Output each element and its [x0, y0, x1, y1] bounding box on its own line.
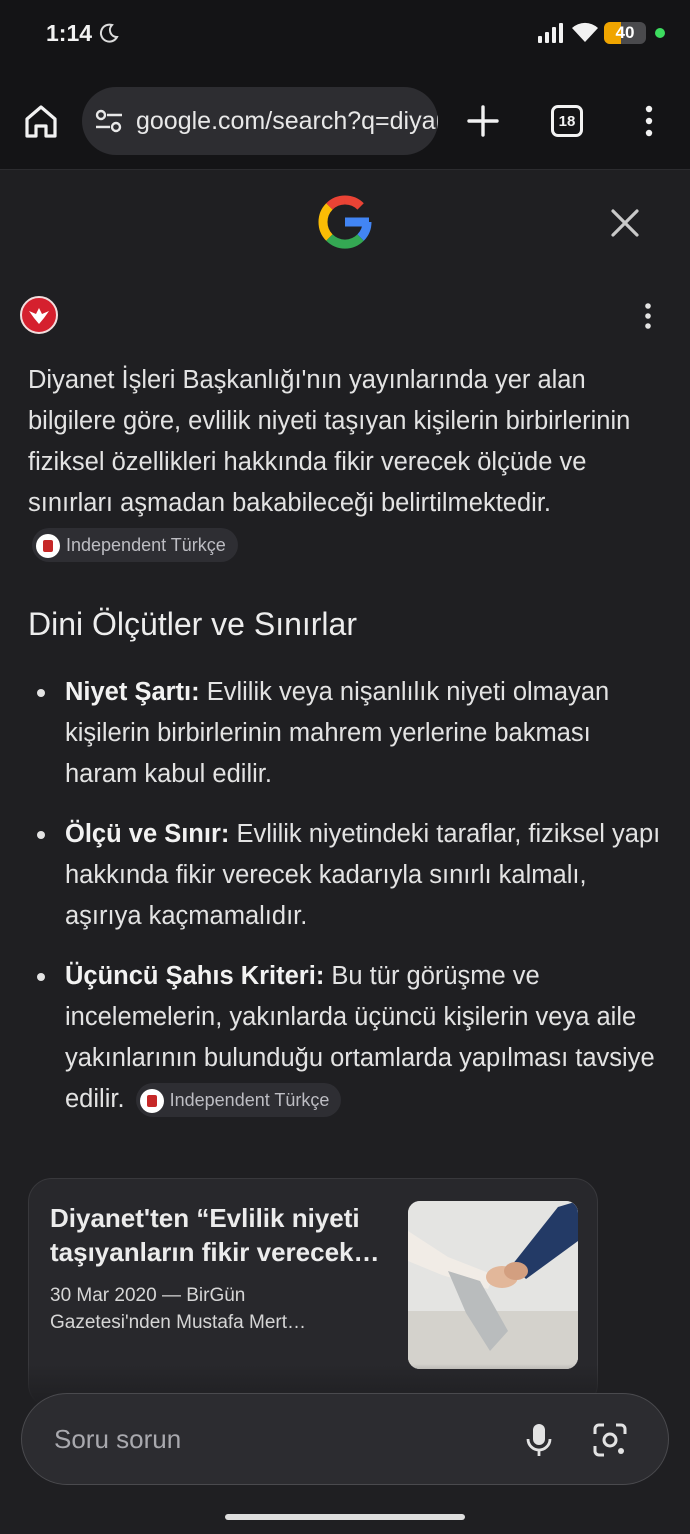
- wifi-icon: [572, 22, 598, 42]
- source-chip[interactable]: Independent Türkçe: [32, 528, 238, 563]
- bullet-title: Üçüncü Şahıs Kriteri:: [65, 962, 325, 990]
- list-item: Ölçü ve Sınır: Evlilik niyetindeki taraf…: [28, 814, 668, 937]
- section-heading: Dini Ölçütler ve Sınırlar: [28, 606, 357, 642]
- ai-overview-paragraph: Diyanet İşleri Başkanlığı'nın yayınların…: [28, 360, 668, 565]
- list-item: Niyet Şartı: Evlilik veya nişanlılık niy…: [28, 672, 668, 795]
- tabs-icon[interactable]: 18: [551, 105, 583, 137]
- home-icon[interactable]: [20, 100, 62, 142]
- independent-logo-icon: [36, 533, 60, 558]
- close-icon[interactable]: [606, 204, 644, 242]
- source-logo-icon[interactable]: [20, 296, 58, 334]
- independent-logo-icon: [139, 1088, 164, 1113]
- paragraph-text: Diyanet İşleri Başkanlığı'nın yayınların…: [28, 366, 631, 517]
- source-chip-label: Independent Türkçe: [169, 1090, 330, 1111]
- tune-icon[interactable]: [94, 109, 124, 133]
- result-card-meta: 30 Mar 2020 — BirGün Gazetesi'nden Musta…: [50, 1285, 307, 1333]
- url-text[interactable]: google.com/search?q=diyanet: [136, 107, 438, 136]
- ask-bar[interactable]: [21, 1393, 669, 1485]
- result-thumbnail[interactable]: [408, 1201, 578, 1369]
- list-item: Üçüncü Şahıs Kriteri: Bu tür görüşme ve …: [28, 956, 668, 1120]
- address-bar[interactable]: google.com/search?q=diyanet: [82, 87, 438, 155]
- hands-photo-icon: [408, 1201, 578, 1369]
- eagle-icon: [29, 308, 49, 324]
- result-card-title[interactable]: Diyanet'ten “Evlilik niyeti taşıyanların…: [50, 1201, 390, 1269]
- status-time: 1:14: [46, 20, 93, 46]
- more-options-icon[interactable]: [638, 302, 658, 330]
- bullet-title: Niyet Şartı:: [65, 678, 200, 706]
- battery-percent: 40: [615, 23, 635, 42]
- plus-icon[interactable]: [466, 104, 500, 138]
- home-indicator[interactable]: [225, 1514, 465, 1520]
- browser-top-area: 1:14 40 google.com/search?q=diyanet 18: [0, 0, 690, 170]
- source-chip-label: Independent Türkçe: [66, 535, 226, 556]
- criteria-list: Niyet Şartı: Evlilik veya nişanlılık niy…: [28, 672, 668, 1139]
- mic-icon[interactable]: [524, 1422, 554, 1458]
- camera-lens-icon[interactable]: [592, 1422, 628, 1458]
- privacy-indicator-dot: [655, 28, 665, 38]
- source-chip[interactable]: Independent Türkçe: [135, 1083, 342, 1118]
- battery-icon: 40: [604, 22, 646, 44]
- google-logo-icon: [318, 195, 372, 249]
- moon-icon: [99, 23, 119, 43]
- menu-icon[interactable]: [640, 105, 658, 137]
- ask-input[interactable]: [54, 1421, 474, 1457]
- tab-count: 18: [558, 113, 576, 130]
- signal-icon: [538, 23, 563, 43]
- bullet-title: Ölçü ve Sınır:: [65, 820, 230, 848]
